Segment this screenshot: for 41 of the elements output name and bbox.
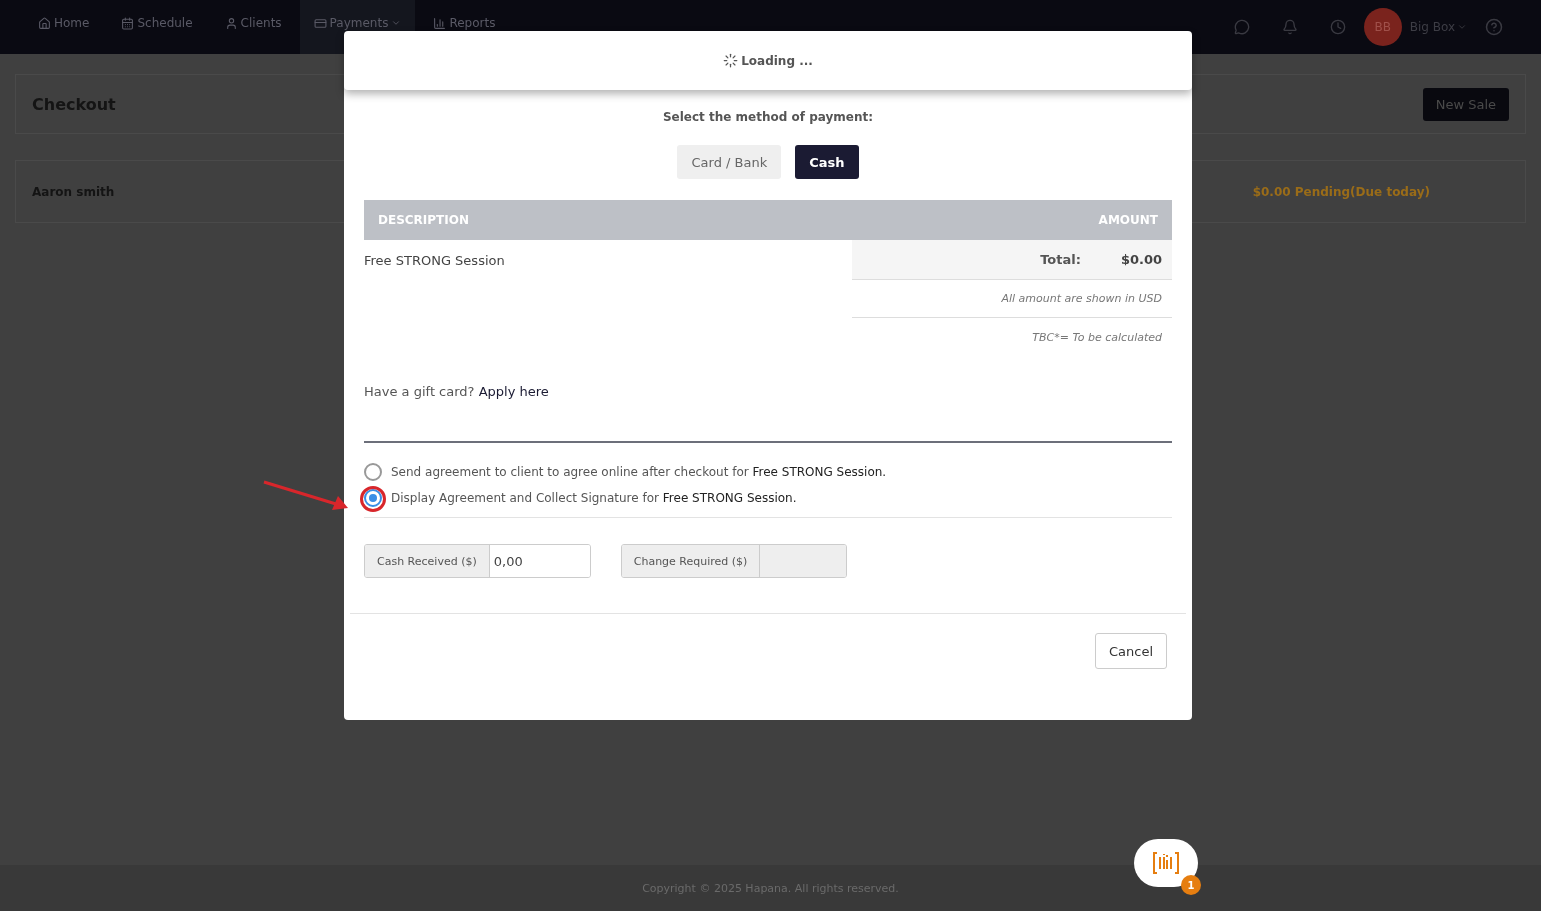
gift-card-text: Have a gift card? Apply here xyxy=(364,384,1172,443)
cash-received-field[interactable]: Cash Received ($) 0,00 xyxy=(364,544,591,578)
cancel-button[interactable]: Cancel xyxy=(1094,633,1167,669)
field-label: Cash Received ($) xyxy=(365,545,490,577)
chat-icon[interactable] xyxy=(1233,19,1250,35)
nav-item[interactable]: Schedule xyxy=(107,0,207,54)
card-icon xyxy=(313,16,327,30)
agreement-option-text: Display Agreement and Collect Signature for Free STRONG Session. xyxy=(391,491,797,505)
nav-item[interactable]: Home xyxy=(24,0,104,54)
home-icon xyxy=(38,16,51,30)
total-label: Total: xyxy=(1040,252,1081,267)
column-header: AMOUNT xyxy=(1098,213,1158,227)
item-description: Free STRONG Session xyxy=(364,253,505,270)
person-icon xyxy=(224,16,238,30)
bar-chart-icon xyxy=(433,16,447,30)
radio-button[interactable] xyxy=(364,489,382,507)
payment-method-prompt: Select the method of payment: xyxy=(661,110,875,124)
barcode-icon xyxy=(1152,851,1180,875)
payment-method-button[interactable]: Card / Bank xyxy=(677,145,782,179)
highlight-ring xyxy=(359,485,387,513)
nav-item[interactable]: Reports xyxy=(419,0,510,54)
total-value: $0.00 xyxy=(1120,252,1162,267)
field-label: Change Required ($) xyxy=(621,545,761,577)
barcode-scan-button[interactable] xyxy=(1134,839,1198,887)
clock-icon[interactable] xyxy=(1329,19,1346,35)
agreement-option-text: Send agreement to client to agree online after checkout for Free STRONG Session. xyxy=(391,465,887,479)
calendar-icon xyxy=(121,16,135,30)
currency-note: TBC*= To be calculated xyxy=(1031,329,1163,346)
radio-button[interactable] xyxy=(364,463,382,481)
currency-note: All amount are shown in USD xyxy=(852,280,1172,318)
bell-icon[interactable] xyxy=(1281,19,1298,35)
caret-icon xyxy=(1457,22,1467,32)
help-icon[interactable] xyxy=(1485,18,1503,36)
loading-text: Loading ... xyxy=(741,53,813,68)
pending-amount: $0.00 Pending(Due today) xyxy=(1252,184,1430,199)
apply-link[interactable]: Apply here xyxy=(478,384,549,399)
spinner-icon xyxy=(723,53,739,68)
payment-method-button[interactable]: Cash xyxy=(795,145,859,179)
new-sale-button[interactable]: New Sale xyxy=(1422,87,1509,121)
nav-item[interactable]: Clients xyxy=(210,0,296,54)
column-header: DESCRIPTION xyxy=(378,213,469,227)
